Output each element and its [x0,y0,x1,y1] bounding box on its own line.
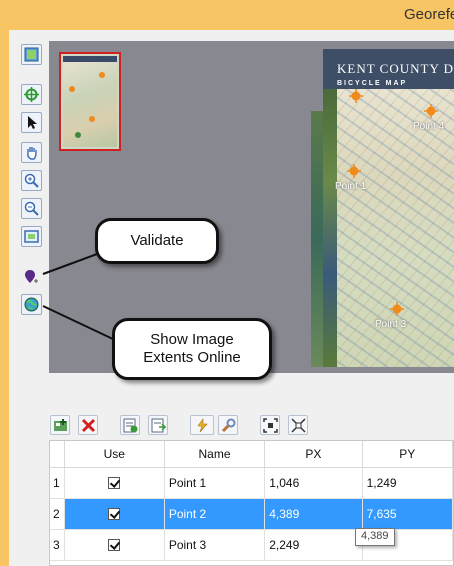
raster-map-image: KENT COUNTY DEL BICYCLE MAP Point 4 Poin… [323,49,454,367]
zoom-extent-icon [24,230,39,243]
import-icon [123,418,137,432]
table-row-selected[interactable]: 2 Point 2 4,389 7,635 [50,498,453,530]
globe-icon [24,297,39,312]
cell-tooltip: 4,389 [355,528,395,546]
zoom-in-icon [24,173,39,188]
gcp-marker-icon[interactable] [390,302,404,316]
name-cell[interactable]: Point 1 [164,467,266,499]
pan-hand-icon [27,147,37,160]
add-point-icon [53,418,67,431]
column-header-use[interactable]: Use [64,441,165,468]
validate-button[interactable] [21,266,42,287]
import-points-button[interactable] [120,415,140,435]
show-image-extents-button[interactable] [21,294,42,315]
px-cell[interactable]: 4,389 [264,498,363,530]
px-cell[interactable]: 2,249 [264,529,363,561]
select-tool-button[interactable] [21,112,42,133]
pan-tool-button[interactable] [21,142,42,163]
py-cell[interactable]: 1,249 [362,467,453,499]
row-number: 2 [50,498,65,530]
export-points-button[interactable] [148,415,168,435]
zoom-out-button[interactable] [21,198,42,219]
fit-selection-button[interactable] [260,415,280,435]
gcp-marker-icon[interactable] [349,89,363,103]
thumbnail-point-marker [69,86,75,92]
show-extents-callout-line2: Extents Online [143,349,241,366]
title-bar: Georefe [0,0,454,30]
py-cell[interactable]: 7,635 [362,498,453,530]
delete-point-button[interactable] [78,415,98,435]
gcp-table[interactable]: Use Name PX PY 1 Point 1 1,046 1,249 2 P… [49,440,454,566]
table-header-row: Use Name PX PY [50,441,453,468]
delete-icon [81,418,95,432]
map-edge-strip [311,111,323,367]
px-cell[interactable]: 1,046 [264,467,363,499]
pointer-icon [28,116,37,129]
row-number: 3 [50,529,65,561]
use-checkbox[interactable] [108,508,121,521]
zoom-out-icon [24,201,39,216]
overview-thumbnail[interactable] [59,52,121,151]
layer-button[interactable] [21,44,42,65]
use-checkbox[interactable] [108,539,121,552]
settings-button[interactable] [218,415,238,435]
gcp-label: Point 3 [375,319,407,330]
show-extents-callout-line1: Show Image [150,331,234,348]
validate-callout: Validate [95,218,219,264]
full-extent-button[interactable] [288,415,308,435]
table-row[interactable]: 1 Point 1 1,046 1,249 [50,467,453,499]
use-checkbox[interactable] [108,477,121,490]
row-number-header [50,441,65,468]
use-cell [64,529,165,561]
add-point-tool-button[interactable] [21,84,42,105]
georeferencer-window: KENT COUNTY DEL BICYCLE MAP Point 4 Poin… [9,30,454,566]
map-side-strip [323,89,337,367]
gcp-label: Point 4 [413,121,445,132]
validate-pin-icon [25,270,38,283]
gcp-marker-icon[interactable] [347,164,361,178]
map-subtitle: BICYCLE MAP [337,80,408,87]
name-cell[interactable]: Point 3 [164,529,266,561]
show-extents-callout: Show Image Extents Online [112,318,272,380]
row-number: 1 [50,467,65,499]
map-title: KENT COUNTY DEL [337,61,454,76]
layer-icon [24,47,39,62]
column-header-px[interactable]: PX [264,441,363,468]
window-title: Georefe [404,6,454,23]
name-cell[interactable]: Point 2 [164,498,266,530]
thumbnail-point-marker [75,132,81,138]
auto-icon [196,417,208,432]
transformation-button[interactable] [190,415,214,435]
zoom-extent-button[interactable] [21,226,42,247]
thumbnail-map-image [63,62,117,147]
thumbnail-point-marker [99,72,105,78]
add-point-button[interactable] [50,415,70,435]
gcp-label: Point 1 [335,181,367,192]
use-cell [64,467,165,499]
column-header-py[interactable]: PY [362,441,453,468]
column-header-name[interactable]: Name [164,441,266,468]
zoom-in-button[interactable] [21,170,42,191]
use-cell [64,498,165,530]
export-icon [151,418,166,432]
crosshair-icon [24,87,39,102]
settings-icon [221,418,235,432]
full-extent-icon [290,417,306,433]
gcp-marker-icon[interactable] [424,104,438,118]
thumbnail-point-marker [89,116,95,122]
validate-callout-text: Validate [130,232,184,249]
fit-icon [262,417,278,433]
